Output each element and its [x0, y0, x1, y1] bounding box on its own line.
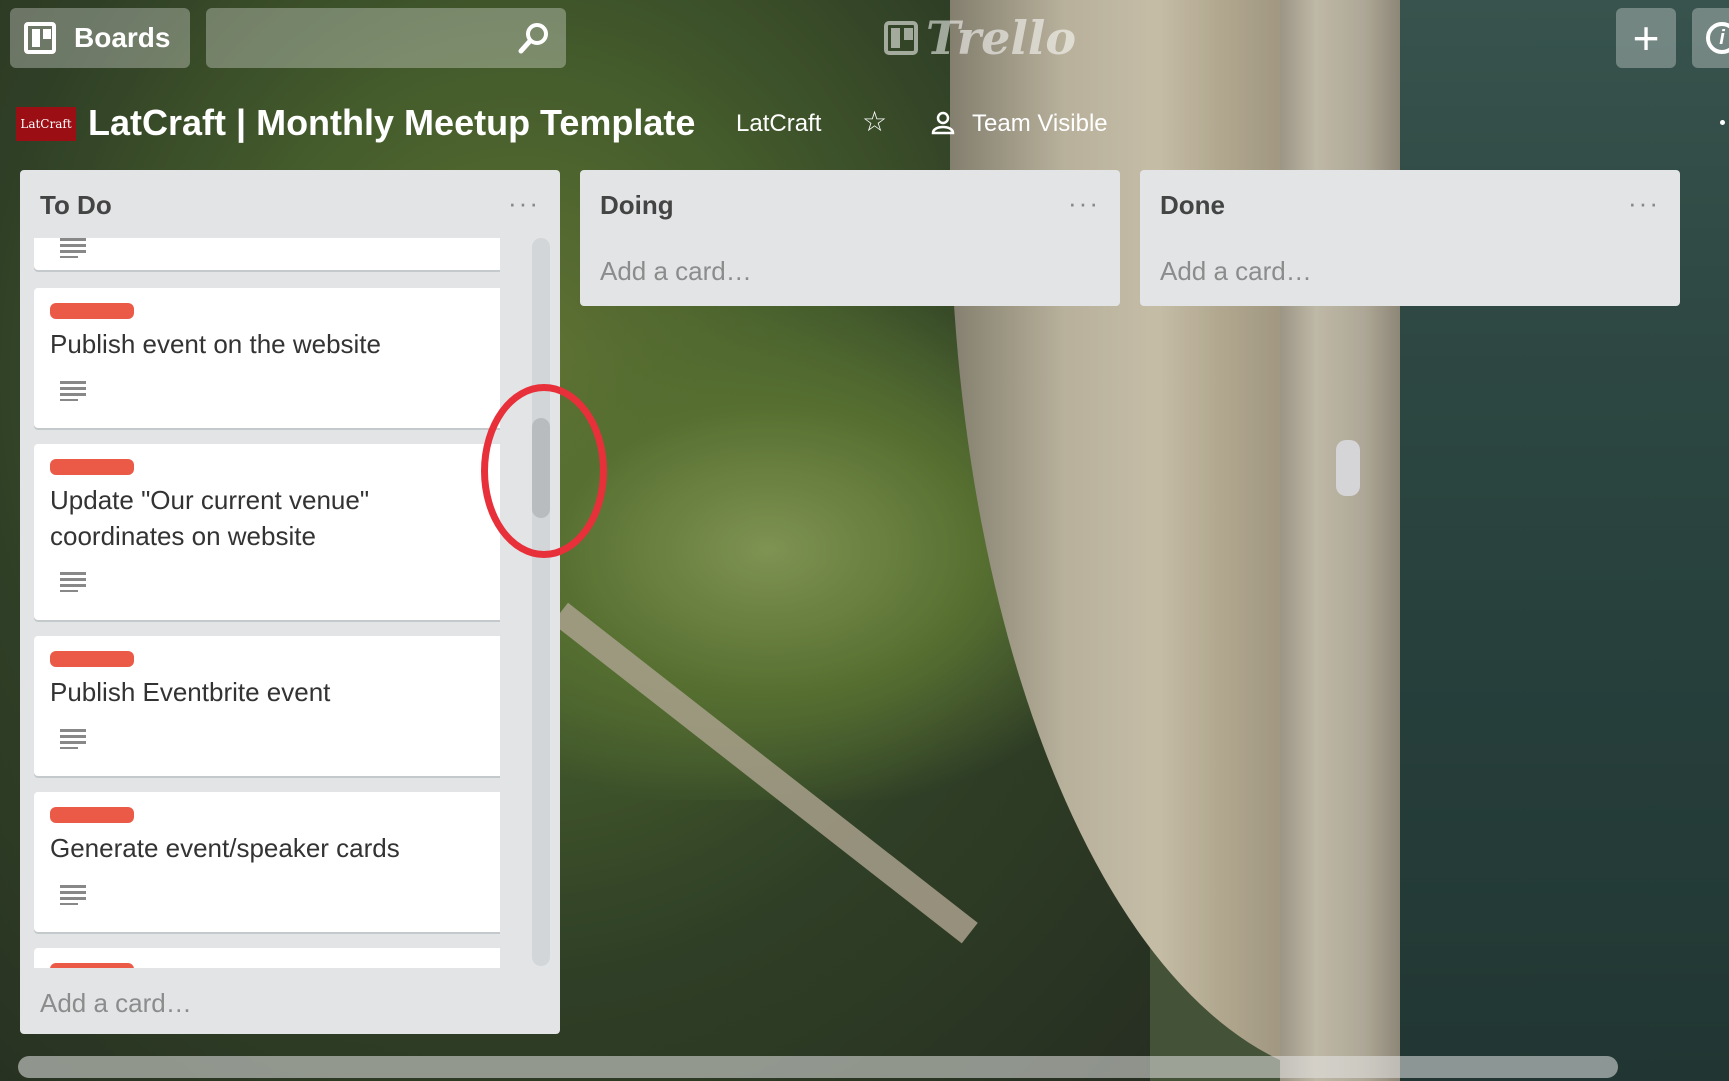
- card-label-red[interactable]: [50, 303, 134, 319]
- list-menu-icon[interactable]: ···: [1628, 188, 1660, 219]
- list-header[interactable]: To Do ···: [20, 170, 560, 238]
- search-icon[interactable]: [516, 20, 552, 56]
- description-icon: [60, 238, 86, 258]
- card-title: Generate event/speaker cards: [50, 833, 400, 863]
- card[interactable]: Update "Our current venue" coordinates o…: [34, 444, 500, 620]
- card-label-red[interactable]: [50, 459, 134, 475]
- plus-icon: +: [1632, 12, 1660, 64]
- list-scrollbar[interactable]: [532, 238, 550, 966]
- board-header: LatCraft LatCraft | Monthly Meetup Templ…: [0, 90, 1729, 160]
- description-icon: [60, 572, 86, 592]
- trello-logo-icon: [884, 21, 918, 55]
- list-todo: To Do ··· Publish event on the website U…: [20, 170, 560, 1034]
- org-logo[interactable]: LatCraft: [16, 107, 76, 141]
- card-label-red[interactable]: [50, 807, 134, 823]
- trello-logo[interactable]: Trello: [884, 11, 1077, 65]
- list-title[interactable]: To Do: [40, 190, 112, 221]
- boards-button[interactable]: Boards: [10, 8, 190, 68]
- list-menu-icon[interactable]: ···: [508, 188, 540, 219]
- description-icon: [60, 381, 86, 401]
- card-container: Publish event on the website Update "Our…: [34, 238, 500, 968]
- card[interactable]: Publish Eventbrite event: [34, 636, 500, 776]
- more-dot[interactable]: [1720, 120, 1725, 125]
- add-card-button[interactable]: Add a card…: [40, 988, 192, 1019]
- board-org-link[interactable]: LatCraft: [736, 110, 821, 138]
- list-title[interactable]: Done: [1160, 190, 1225, 221]
- boards-icon: [24, 22, 56, 54]
- info-button[interactable]: i: [1692, 8, 1729, 68]
- list-header[interactable]: Done ···: [1140, 170, 1680, 238]
- board-title[interactable]: LatCraft | Monthly Meetup Template: [88, 102, 695, 144]
- description-icon: [60, 729, 86, 749]
- trello-logo-text: Trello: [926, 11, 1077, 65]
- team-visibility-icon[interactable]: [930, 110, 956, 136]
- boards-label: Boards: [74, 22, 171, 53]
- list-header[interactable]: Doing ···: [580, 170, 1120, 238]
- star-icon[interactable]: ☆: [862, 108, 890, 136]
- annotation-circle: [481, 384, 607, 558]
- list-done: Done ··· Add a card…: [1140, 170, 1680, 306]
- board-horizontal-scrollbar[interactable]: [18, 1056, 1618, 1078]
- search-input[interactable]: [206, 8, 566, 68]
- card-title: Update "Our current venue" coordinates o…: [50, 485, 370, 551]
- add-card-button[interactable]: Add a card…: [1160, 256, 1312, 287]
- card[interactable]: [34, 948, 500, 968]
- list-doing: Doing ··· Add a card…: [580, 170, 1120, 306]
- info-icon: i: [1706, 22, 1729, 54]
- card[interactable]: Generate event/speaker cards: [34, 792, 500, 932]
- add-button[interactable]: +: [1616, 8, 1676, 68]
- list-menu-icon[interactable]: ···: [1068, 188, 1100, 219]
- team-visibility-label[interactable]: Team Visible: [972, 110, 1108, 138]
- card[interactable]: Publish event on the website: [34, 288, 500, 428]
- top-bar: Boards Trello + i: [0, 0, 1729, 76]
- card[interactable]: [34, 238, 500, 270]
- card-label-red[interactable]: [50, 963, 134, 968]
- list-title[interactable]: Doing: [600, 190, 674, 221]
- card-title: Publish Eventbrite event: [50, 677, 331, 707]
- card-label-red[interactable]: [50, 651, 134, 667]
- card-title: Publish event on the website: [50, 329, 381, 359]
- add-card-button[interactable]: Add a card…: [600, 256, 752, 287]
- description-icon: [60, 885, 86, 905]
